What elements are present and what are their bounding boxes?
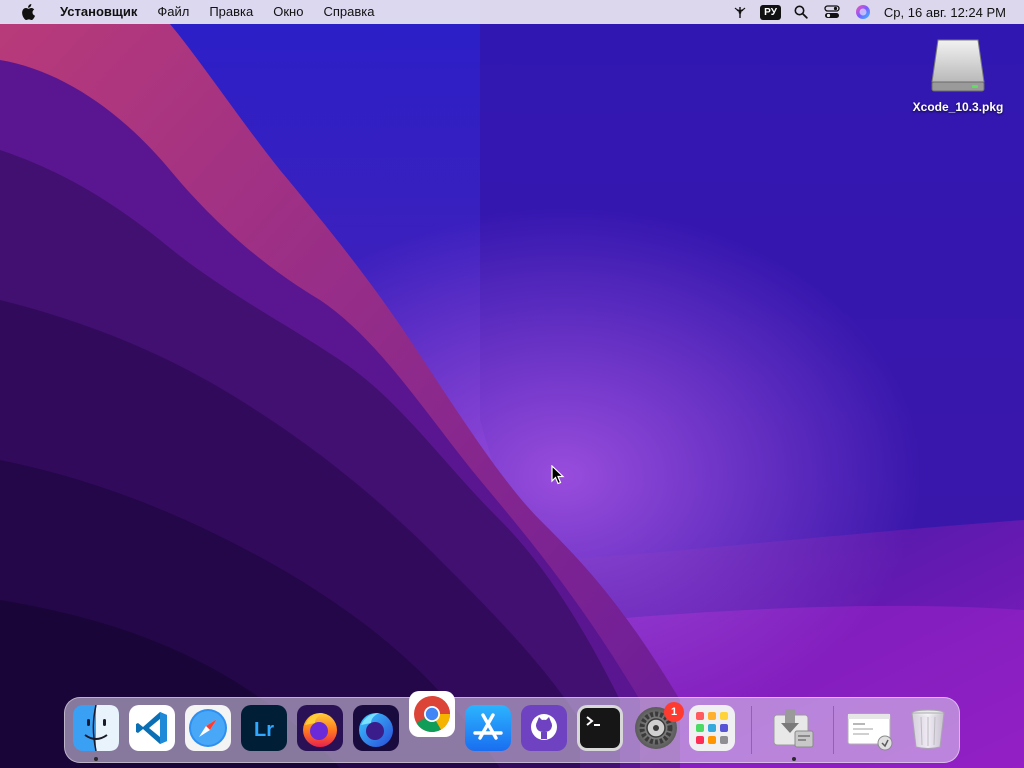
input-language-indicator[interactable]: РУ: [760, 0, 781, 24]
desktop-file-xcode-pkg[interactable]: Xcode_10.3.pkg: [902, 36, 1014, 114]
desktop-wallpaper: [0, 0, 1024, 768]
dock-separator: [833, 706, 834, 754]
dock-terminal-icon[interactable]: [577, 705, 623, 751]
dock-running-indicator: [94, 757, 98, 761]
dock-chrome-icon[interactable]: [409, 691, 455, 737]
desktop-file-label: Xcode_10.3.pkg: [912, 100, 1004, 114]
dock-launchpad-icon[interactable]: [689, 705, 735, 751]
notification-badge: 1: [664, 702, 684, 722]
menu-app-name[interactable]: Установщик: [50, 0, 147, 24]
disk-image-icon: [928, 36, 988, 96]
dock-lightroom-icon[interactable]: Lr: [241, 705, 287, 751]
apple-icon[interactable]: [18, 4, 38, 20]
network-icon[interactable]: [729, 0, 751, 24]
dock-firefox-developer-icon[interactable]: [353, 705, 399, 751]
mouse-cursor-icon: [551, 465, 565, 485]
menu-file[interactable]: Файл: [147, 0, 199, 24]
dock-installer-document-icon[interactable]: [847, 705, 893, 751]
dock-finder-icon[interactable]: [73, 705, 119, 751]
menu-bar: Установщик Файл Правка Окно Справка РУ С…: [0, 0, 1024, 24]
menu-window[interactable]: Окно: [263, 0, 313, 24]
dock-firefox-icon[interactable]: [297, 705, 343, 751]
control-center-icon[interactable]: [821, 0, 843, 24]
dock-app-store-icon[interactable]: [465, 705, 511, 751]
menu-clock[interactable]: Ср, 16 авг. 12:24 PM: [884, 5, 1006, 20]
dock-downloads-icon[interactable]: [771, 705, 817, 751]
input-language-label: РУ: [760, 4, 781, 20]
dock-trash-icon[interactable]: [905, 705, 951, 751]
dock-running-indicator: [792, 757, 796, 761]
menu-help[interactable]: Справка: [313, 0, 384, 24]
dock-vscode-icon[interactable]: [129, 705, 175, 751]
dock-safari-icon[interactable]: [185, 705, 231, 751]
search-icon[interactable]: [790, 0, 812, 24]
dock-github-desktop-icon[interactable]: [521, 705, 567, 751]
dock: Lr 1: [64, 691, 960, 763]
menu-edit[interactable]: Правка: [199, 0, 263, 24]
siri-icon[interactable]: [852, 0, 874, 24]
lightroom-letters: Lr: [254, 719, 274, 741]
dock-separator: [751, 706, 752, 754]
